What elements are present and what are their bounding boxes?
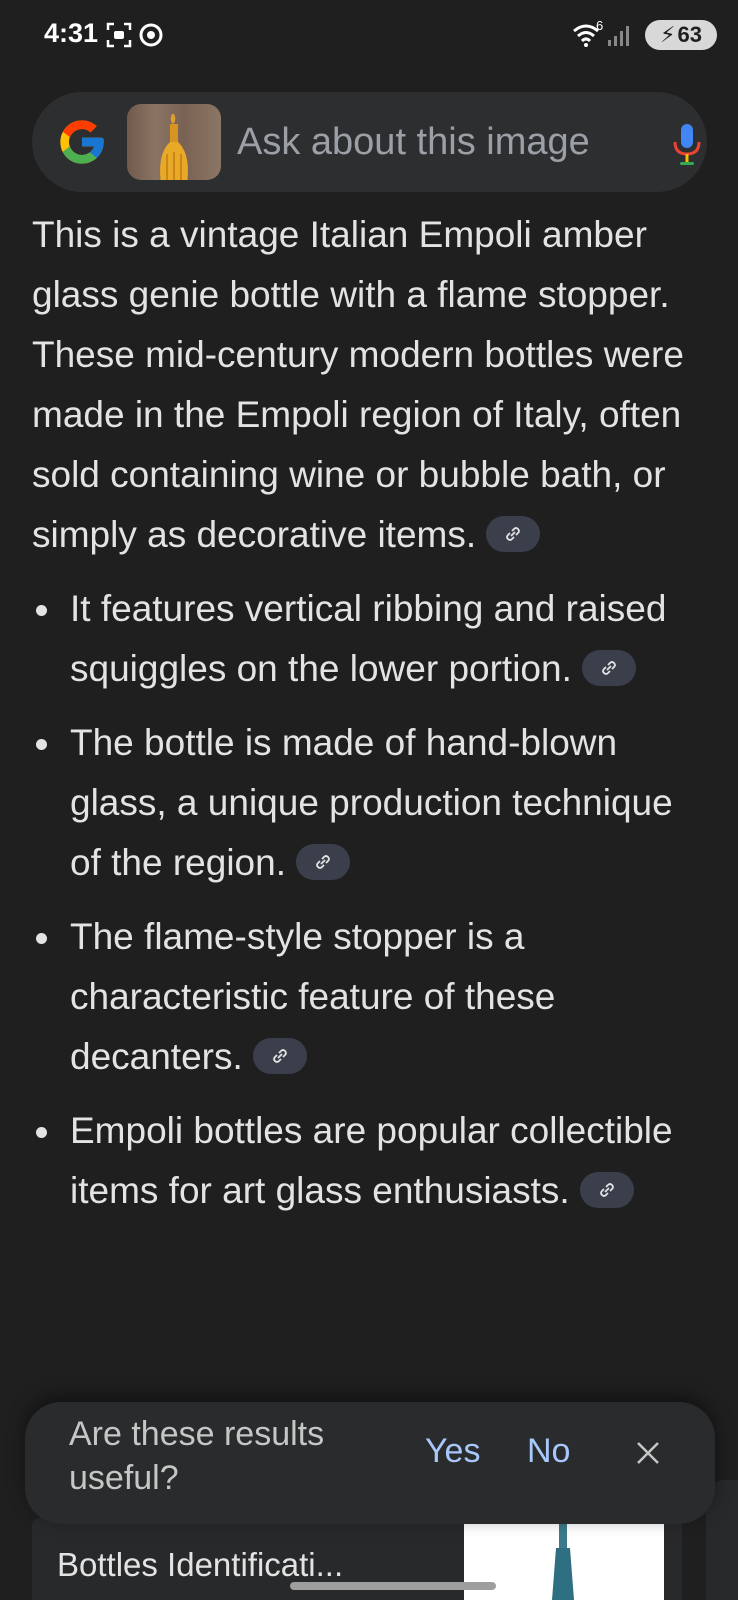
list-item: It features vertical ribbing and raised … bbox=[32, 579, 712, 699]
bottle-thumbnail-image bbox=[160, 114, 188, 180]
ai-answer: This is a vintage Italian Empoli amber g… bbox=[32, 205, 712, 1235]
list-item: The bottle is made of hand-blown glass, … bbox=[32, 713, 712, 893]
status-time: 4:31 bbox=[44, 18, 99, 48]
feedback-panel: Are these results useful? Yes No bbox=[25, 1402, 715, 1524]
source-link-chip[interactable] bbox=[486, 516, 541, 553]
list-item: The flame-style stopper is a characteris… bbox=[32, 907, 712, 1087]
feedback-no-button[interactable]: No bbox=[527, 1432, 570, 1471]
source-link-chip[interactable] bbox=[581, 650, 636, 687]
source-link-chip[interactable] bbox=[295, 844, 350, 881]
charging-icon: ⚡ bbox=[660, 22, 676, 47]
status-bar: 4:31 6 ⚡ 63 bbox=[0, 0, 738, 70]
link-icon bbox=[316, 855, 330, 870]
close-icon[interactable] bbox=[635, 1440, 661, 1466]
battery-indicator: ⚡ 63 bbox=[645, 20, 717, 50]
signal-icon bbox=[608, 26, 629, 46]
source-link-chip[interactable] bbox=[579, 1172, 634, 1209]
search-input[interactable] bbox=[237, 114, 632, 170]
source-link-chip[interactable] bbox=[252, 1038, 307, 1075]
mic-icon[interactable] bbox=[672, 122, 702, 166]
link-icon bbox=[506, 527, 521, 542]
search-bar[interactable] bbox=[32, 92, 707, 192]
feedback-yes-button[interactable]: Yes bbox=[425, 1432, 480, 1471]
home-indicator[interactable] bbox=[290, 1582, 496, 1590]
link-icon bbox=[599, 1183, 614, 1198]
sync-icon bbox=[139, 23, 163, 47]
wifi-badge: 6 bbox=[596, 18, 604, 33]
battery-level: 63 bbox=[677, 22, 702, 47]
image-thumbnail[interactable] bbox=[127, 104, 221, 180]
answer-intro: This is a vintage Italian Empoli amber g… bbox=[32, 214, 684, 555]
feedback-question: Are these results useful? bbox=[69, 1415, 325, 1497]
list-item: Empoli bottles are popular collectible i… bbox=[32, 1101, 712, 1221]
answer-bullet-list: It features vertical ribbing and raised … bbox=[32, 579, 712, 1221]
screenshot-icon bbox=[106, 22, 132, 48]
link-icon bbox=[601, 661, 616, 676]
result-card-title[interactable]: Bottles Identificati... bbox=[57, 1546, 343, 1584]
link-icon bbox=[272, 1049, 287, 1064]
google-g-icon[interactable] bbox=[56, 116, 108, 168]
